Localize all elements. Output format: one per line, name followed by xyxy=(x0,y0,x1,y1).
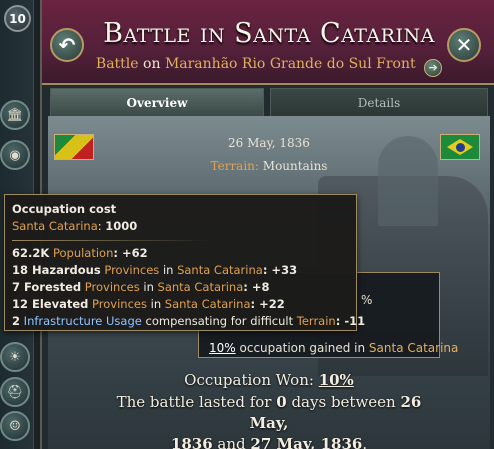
buildings-button[interactable]: 🏛 xyxy=(0,100,30,130)
battle-word: Battle xyxy=(95,56,139,72)
tooltip-row-label: Population xyxy=(52,246,114,260)
bread-icon: ◉ xyxy=(9,147,21,163)
tooltip-row-label: Provinces xyxy=(92,297,147,311)
tooltip-row-mid: in xyxy=(143,280,154,294)
lightbulb-icon: ☀ xyxy=(9,349,21,365)
front-link[interactable]: Maranhão Rio Grande do Sul Front xyxy=(165,56,416,72)
tooltip-row-value: : +8 xyxy=(243,280,270,294)
tooltip-row: 18 Hazardous Provinces in Santa Catarina… xyxy=(12,262,349,279)
terrain-label: Terrain: xyxy=(210,159,259,173)
lasted-days: 0 xyxy=(276,393,287,411)
period: . xyxy=(362,435,368,449)
partial-percent: % xyxy=(361,293,373,307)
occupation-percent: 10% xyxy=(209,341,236,355)
tooltip-row-mid: compensating for difficult xyxy=(145,314,294,328)
tooltip-row: 62.2K Population: +62 xyxy=(12,245,349,262)
tooltip-row-mid: in xyxy=(150,297,162,311)
occupation-cost-tooltip: Occupation cost Santa Catarina: 1000 62.… xyxy=(4,194,365,331)
occupation-won: Occupation Won: 10% xyxy=(48,371,490,389)
window-title: Battle in Santa Catarina xyxy=(103,18,435,49)
population-button[interactable]: ☺ xyxy=(0,411,30,441)
occupation-won-value: 10% xyxy=(318,371,354,389)
helmet-icon: ⛑ xyxy=(6,384,24,400)
tooltip-row-label: Infrastructure Usage xyxy=(23,314,142,328)
tooltip-row-place: Santa Catarina xyxy=(164,297,251,311)
tooltip-row-count: 7 Forested xyxy=(12,280,82,294)
start-date-b: 1836 xyxy=(170,435,213,449)
close-icon: ✕ xyxy=(455,33,473,57)
arrow-right-icon: ➔ xyxy=(428,61,438,74)
tab-overview[interactable]: Overview xyxy=(50,88,264,116)
military-button[interactable]: ⛑ xyxy=(0,377,30,407)
terrain-info: Terrain: Mountains xyxy=(48,159,490,173)
tooltip-row-value: : +33 xyxy=(262,263,298,277)
occupation-place: Santa Catarina xyxy=(368,341,459,355)
tooltip-row-value: : +22 xyxy=(250,297,285,311)
tooltip-row-count: 18 Hazardous xyxy=(12,263,101,277)
tab-bar: Overview Details xyxy=(48,88,490,116)
window-header: ↶ Battle in Santa Catarina Battle on Mar… xyxy=(42,0,494,85)
battle-subtitle: Battle on Maranhão Rio Grande do Sul Fro… xyxy=(42,56,494,77)
level-value: 10 xyxy=(9,11,26,26)
tooltip-row-mid: in xyxy=(162,263,174,277)
ideas-button[interactable]: ☀ xyxy=(0,342,30,372)
goto-front-button[interactable]: ➔ xyxy=(424,59,443,77)
tooltip-title: Occupation cost xyxy=(12,202,117,216)
tooltip-row-value: : +62 xyxy=(113,246,148,260)
tooltip-row-place: Terrain xyxy=(296,314,336,328)
tooltip-place-row: Santa Catarina: 1000 xyxy=(12,219,138,233)
tooltip-place: Santa Catarina xyxy=(12,219,98,233)
tooltip-row-place: Santa Catarina xyxy=(157,280,244,294)
lasted-text-2: days between xyxy=(291,393,396,411)
tooltip-row-label: Provinces xyxy=(84,280,140,294)
tooltip-row-count: 12 Elevated xyxy=(12,297,89,311)
terrain-value: Mountains xyxy=(262,159,328,173)
people-icon: ☺ xyxy=(9,418,21,434)
tooltip-row-place: Santa Catarina xyxy=(177,263,263,277)
occupation-won-label: Occupation Won: xyxy=(184,371,314,389)
end-date: 27 May, 1836 xyxy=(250,435,363,449)
battle-date: 26 May, 1836 xyxy=(228,136,310,150)
and-word: and xyxy=(217,435,246,449)
bank-icon: 🏛 xyxy=(6,107,24,123)
tooltip-row: 12 Elevated Provinces in Santa Catarina:… xyxy=(12,296,349,313)
tooltip-row: 2 Infrastructure Usage compensating for … xyxy=(12,313,365,330)
tooltip-row-label: Provinces xyxy=(104,263,160,277)
tooltip-row-count: 2 xyxy=(12,314,21,328)
level-badge[interactable]: 10 xyxy=(4,5,31,32)
occupation-text: occupation gained in xyxy=(239,341,366,355)
occupation-gained-line: 10% occupation gained in Santa Catarina xyxy=(209,341,458,355)
tab-details[interactable]: Details xyxy=(270,88,488,116)
tooltip-row-value: : -11 xyxy=(335,314,366,328)
tooltip-row: 7 Forested Provinces in Santa Catarina: … xyxy=(12,279,349,296)
tooltip-place-value: 1000 xyxy=(105,219,138,233)
tooltip-row-count: 62.2K xyxy=(12,246,50,260)
close-button[interactable]: ✕ xyxy=(447,28,481,62)
resources-button[interactable]: ◉ xyxy=(0,140,30,170)
battle-duration: The battle lasted for 0 days between 26 … xyxy=(108,392,430,449)
lasted-text-1: The battle lasted for xyxy=(116,393,272,411)
on-word: on xyxy=(143,56,161,72)
tooltip-divider xyxy=(12,240,212,241)
